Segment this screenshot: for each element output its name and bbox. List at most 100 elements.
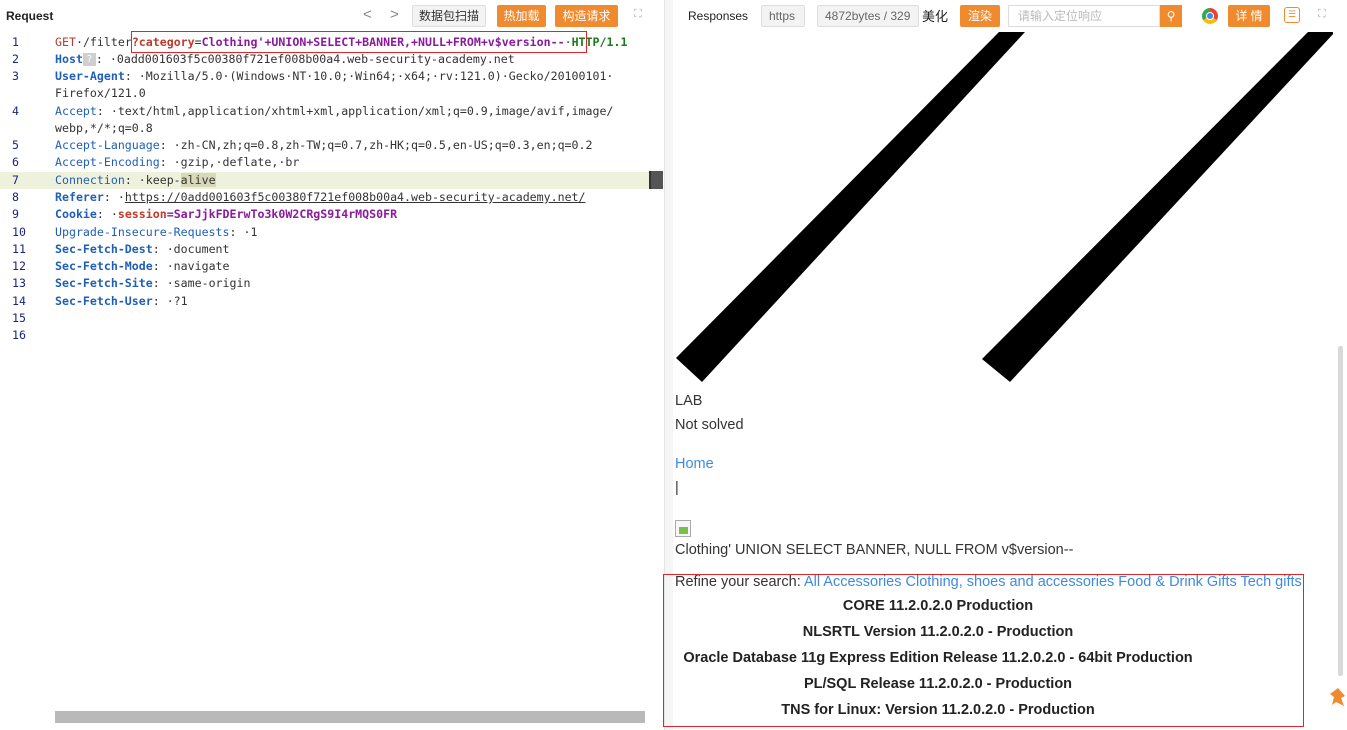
response-toolbar: Responses https 4872bytes / 329 美化 渲染 请输… <box>673 0 1347 32</box>
line-number: 7 <box>12 173 19 187</box>
mascot-icon[interactable] <box>1328 686 1347 708</box>
header-name: Sec-Fetch-Dest <box>55 242 153 256</box>
header-name: Referer <box>55 190 104 204</box>
request-line-3-wrap: Firefox/121.0 <box>0 85 650 102</box>
request-title: Request <box>6 9 54 23</box>
hot-load-button[interactable]: 热加载 <box>497 5 546 27</box>
size-chip: 4872bytes / 329 <box>817 5 919 27</box>
query-echo: Clothing' UNION SELECT BANNER, NULL FROM… <box>675 542 1074 558</box>
request-line-11: 11 Sec-Fetch-Dest: ·document <box>0 241 650 258</box>
header-name: Cookie <box>55 207 97 221</box>
request-line-5: 5 Accept-Language: ·zh-CN,zh;q=0.8,zh-TW… <box>0 137 650 154</box>
header-value: : ·navigate <box>152 259 230 273</box>
line-number: 8 <box>12 190 19 204</box>
locate-response-input[interactable]: 请输入定位响应 <box>1008 5 1160 27</box>
search-icon[interactable]: ⚲ <box>1160 5 1182 27</box>
header-name: Sec-Fetch-Mode <box>55 259 153 273</box>
home-link[interactable]: Home <box>675 456 714 472</box>
header-value: : ·Mozilla/5.0·(Windows·NT·10.0;·Win64;·… <box>124 69 614 83</box>
broken-image-icon <box>675 520 691 537</box>
line-number: 12 <box>12 259 26 273</box>
render-button[interactable]: 渲染 <box>960 5 1000 27</box>
referer-url: https://0add001603f5c00380f721ef008b00a4… <box>124 190 586 204</box>
header-value: : ·?1 <box>152 294 188 308</box>
request-line-13: 13 Sec-Fetch-Site: ·same-origin <box>0 275 650 292</box>
header-value: : ·text/html,application/xhtml+xml,appli… <box>96 104 614 118</box>
line-number: 6 <box>12 155 19 169</box>
header-name: User-Agent <box>55 69 125 83</box>
header-value: : ·0add001603f5c00380f721ef008b00a4.web-… <box>95 52 515 66</box>
request-line-9: 9 Cookie: ·session=SarJjkFDErwTo3k0W2CRg… <box>0 206 650 223</box>
header-name: Accept-Language <box>55 138 160 152</box>
cookie-value: =SarJjkFDErwTo3k0W2CRgS9I4rMQS0FR <box>166 207 398 221</box>
lab-label: LAB <box>675 393 703 409</box>
request-line-7: 7 Connection: ·keep-alive <box>0 172 650 189</box>
header-value: : ·document <box>152 242 230 256</box>
header-value: : ·zh-CN,zh;q=0.8,zh-TW;q=0.7,zh-HK;q=0.… <box>159 138 593 152</box>
header-separator: : · <box>96 207 118 221</box>
request-line-2: 2 Host?: ·0add001603f5c00380f721ef008b00… <box>0 51 650 68</box>
selected-text: alive <box>180 173 216 187</box>
line-number: 4 <box>12 104 19 118</box>
request-line-8: 8 Referer: ·https://0add001603f5c00380f7… <box>0 189 650 206</box>
line-number: 1 <box>12 35 19 49</box>
request-line-6: 6 Accept-Encoding: ·gzip,·deflate,·br <box>0 154 650 171</box>
vertical-scrollbar[interactable] <box>1338 346 1343 676</box>
request-line-14: 14 Sec-Fetch-User: ·?1 <box>0 293 650 310</box>
request-toolbar: Request < > 数据包扫描 热加载 构造请求 ⛶ <box>0 0 664 32</box>
request-line-15: 15 <box>0 310 650 327</box>
cookie-key: session <box>117 207 167 221</box>
request-editor[interactable]: 1 GET·/filter?category=Clothing'+UNION+S… <box>0 34 650 714</box>
header-name: Sec-Fetch-User <box>55 294 153 308</box>
header-name: Sec-Fetch-Site <box>55 276 153 290</box>
detail-button[interactable]: 详 情 <box>1228 5 1270 27</box>
expand-icon[interactable]: ⛶ <box>634 8 642 21</box>
header-separator: : · <box>103 190 125 204</box>
comment-icon[interactable]: ☰ <box>1284 7 1300 23</box>
header-name: Accept-Encoding <box>55 155 160 169</box>
header-value: : ·keep- <box>124 173 181 187</box>
line-number: 2 <box>12 52 19 66</box>
injection-highlight-box <box>131 31 587 53</box>
line-number: 13 <box>12 276 26 290</box>
response-title: Responses <box>688 9 749 23</box>
line-number: 9 <box>12 207 19 221</box>
request-panel: Request < > 数据包扫描 热加载 构造请求 ⛶ 1 GET·/filt… <box>0 0 664 730</box>
header-value: : ·1 <box>229 225 258 239</box>
line-number: 3 <box>12 69 19 83</box>
request-line-16: 16 <box>0 327 650 344</box>
header-value-continued: Firefox/121.0 <box>55 86 146 100</box>
request-line-10: 10 Upgrade-Insecure-Requests: ·1 <box>0 224 650 241</box>
chrome-icon[interactable] <box>1202 8 1218 24</box>
separator-pipe: | <box>675 480 679 496</box>
header-name: Upgrade-Insecure-Requests <box>55 225 230 239</box>
request-line-4: 4 Accept: ·text/html,application/xhtml+x… <box>0 103 650 120</box>
construct-request-button[interactable]: 构造请求 <box>555 5 618 27</box>
request-line-4-wrap: webp,*/*;q=0.8 <box>0 120 650 137</box>
header-value: : ·same-origin <box>152 276 251 290</box>
next-arrow-icon[interactable]: > <box>390 6 399 23</box>
line-number: 5 <box>12 138 19 152</box>
expand-icon[interactable]: ⛶ <box>1318 8 1326 21</box>
horizontal-scrollbar[interactable] <box>55 711 645 723</box>
editor-scroll-marker[interactable] <box>649 171 663 189</box>
header-value-continued: webp,*/*;q=0.8 <box>55 121 153 135</box>
protocol-chip: https <box>761 5 805 27</box>
help-icon[interactable]: ? <box>82 53 96 66</box>
header-name: Accept <box>55 104 97 118</box>
line-number: 16 <box>12 328 26 342</box>
line-number: 10 <box>12 225 26 239</box>
line-number: 14 <box>12 294 26 308</box>
request-path: /filter <box>82 35 132 49</box>
prev-arrow-icon[interactable]: < <box>363 6 372 23</box>
header-value: : ·gzip,·deflate,·br <box>159 155 300 169</box>
result-highlight-box <box>663 574 1304 727</box>
packet-scan-button[interactable]: 数据包扫描 <box>412 5 486 27</box>
header-name: Host <box>55 52 83 66</box>
http-method: GET <box>55 35 76 49</box>
lab-status: Not solved <box>675 417 744 433</box>
line-number: 11 <box>12 242 26 256</box>
lab-logo-stripes <box>676 32 1333 382</box>
header-name: Connection <box>55 173 125 187</box>
beautify-button[interactable]: 美化 <box>922 6 948 25</box>
